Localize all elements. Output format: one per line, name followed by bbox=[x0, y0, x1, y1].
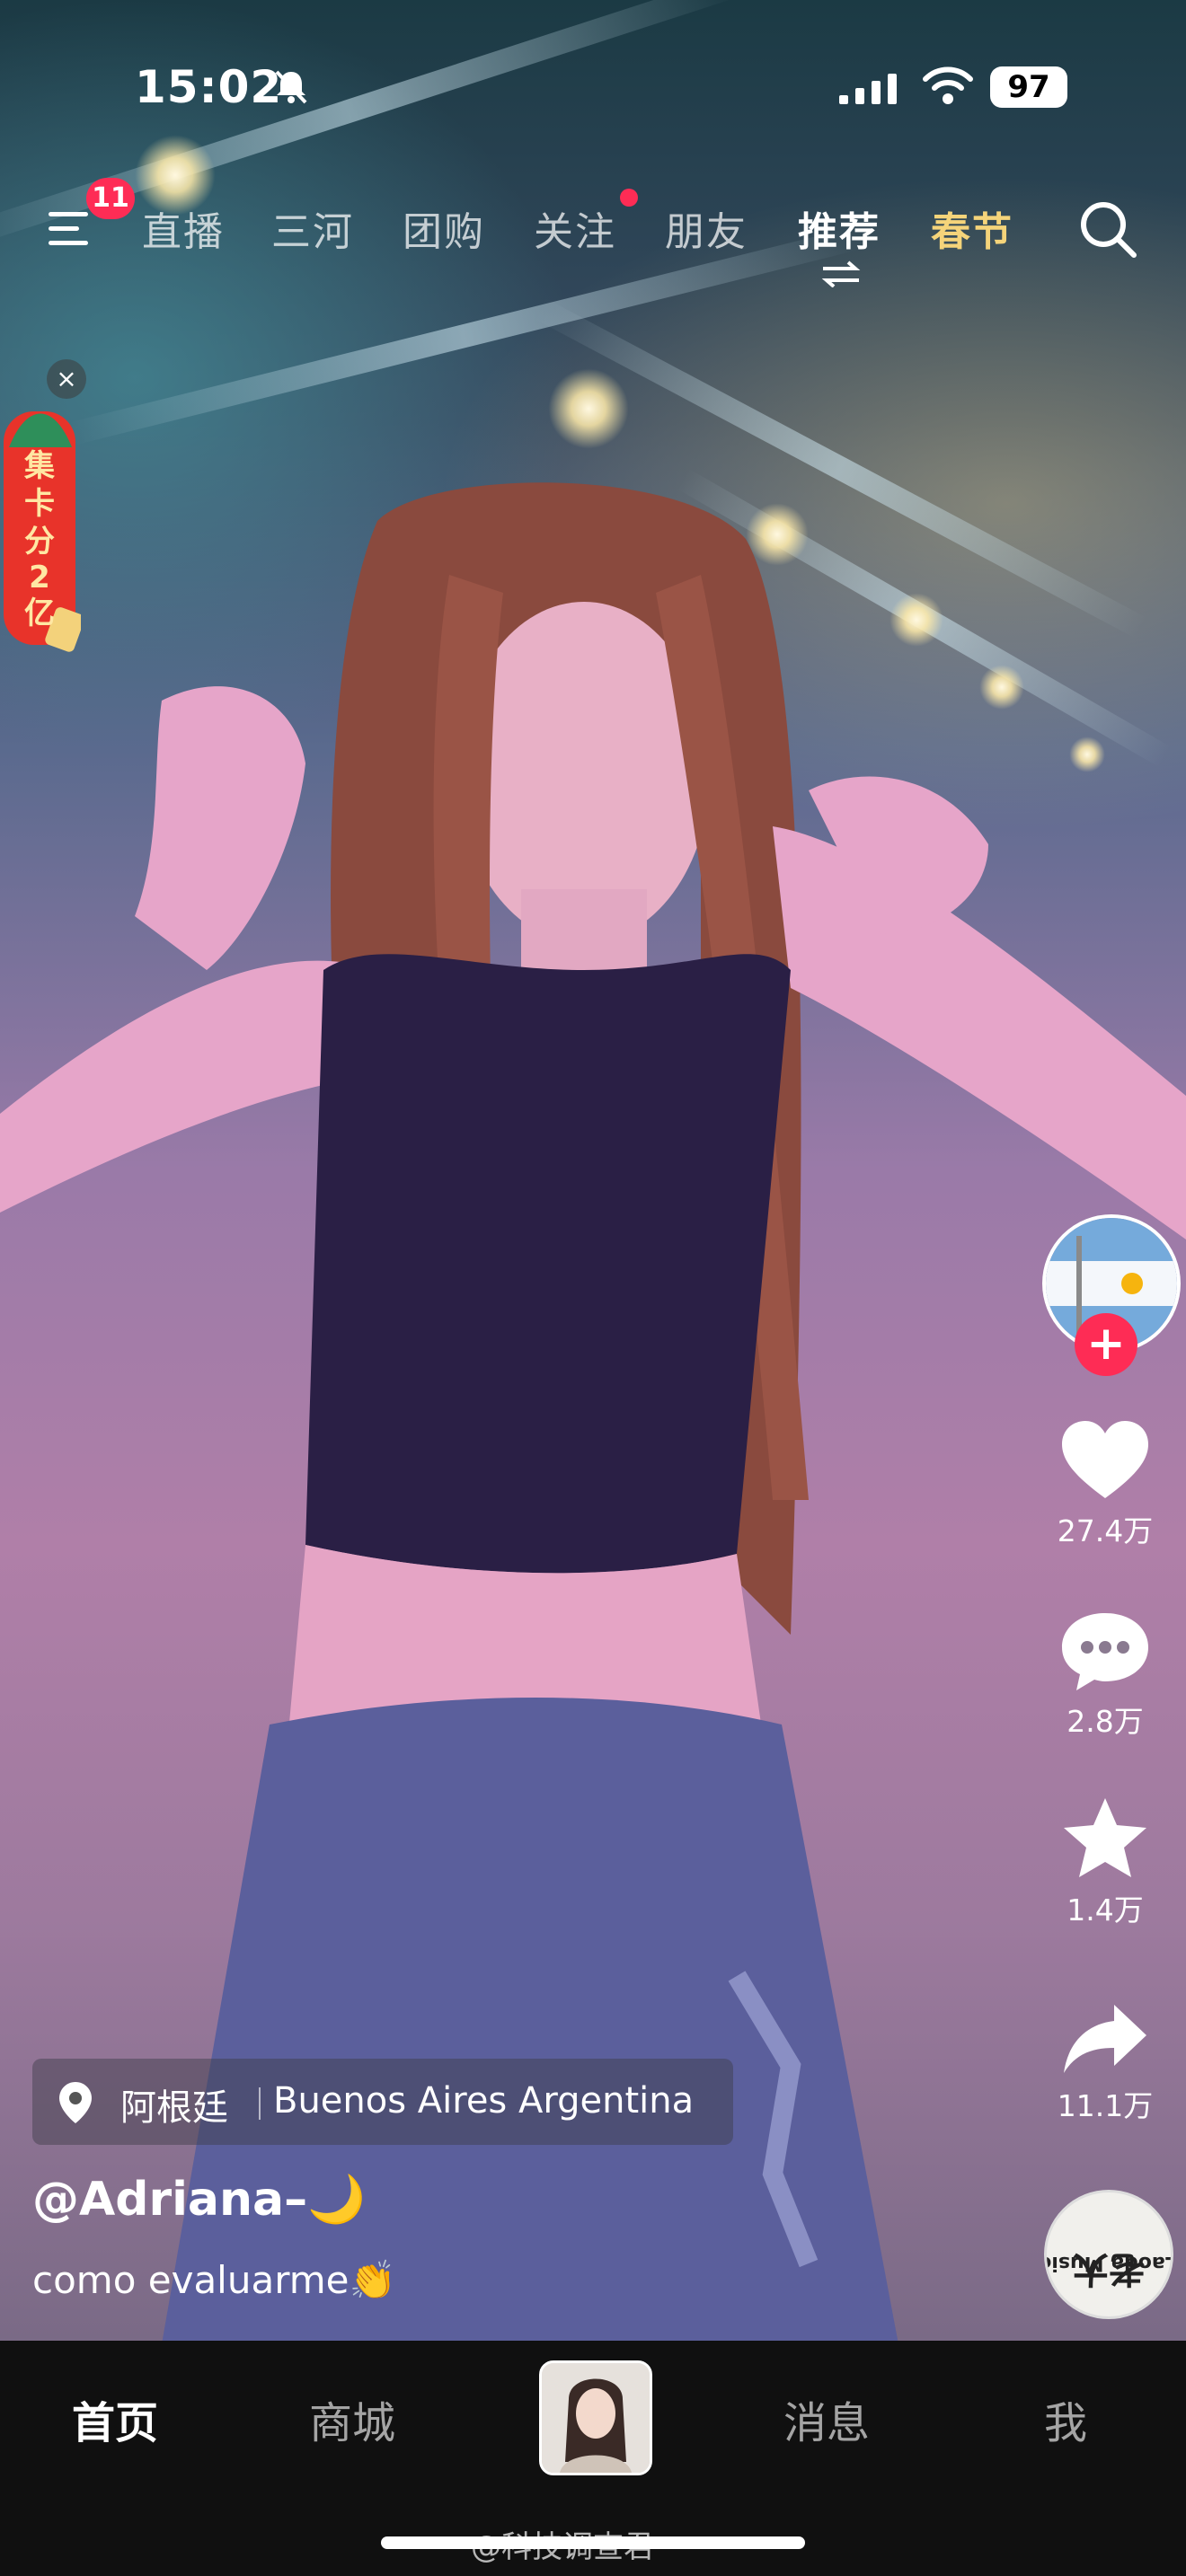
tab-sanhe[interactable]: 三河 bbox=[271, 199, 354, 257]
create-post-button[interactable] bbox=[539, 2360, 652, 2475]
nav-home[interactable]: 首页 bbox=[72, 2387, 158, 2450]
swap-arrows-icon bbox=[821, 260, 861, 287]
music-disc[interactable]: Laoda Music 老大 bbox=[1044, 2190, 1173, 2319]
share-arrow-icon bbox=[1064, 2005, 1146, 2073]
tab-recommended[interactable]: 推荐 bbox=[798, 199, 881, 257]
tab-spring-festival[interactable]: 春节 bbox=[931, 199, 1013, 257]
video-caption: como evaluarme👏 bbox=[32, 2258, 396, 2302]
following-new-dot bbox=[620, 189, 638, 207]
author-name[interactable]: @Adriana–🌙 bbox=[32, 2172, 366, 2227]
location-pin-icon bbox=[59, 2082, 92, 2123]
location-tag[interactable]: 阿根廷 Buenos Aires Argentina bbox=[32, 2059, 733, 2145]
tab-following[interactable]: 关注 bbox=[534, 199, 616, 257]
nav-me[interactable]: 我 bbox=[1044, 2387, 1087, 2450]
red-envelope-icon: 集 卡 分 2 亿 bbox=[4, 411, 84, 652]
profile-photo-icon bbox=[542, 2363, 650, 2473]
promo-char: 亿 bbox=[24, 595, 55, 631]
tab-group-buy[interactable]: 团购 bbox=[403, 199, 485, 257]
disc-title: 老大 bbox=[1073, 2248, 1145, 2290]
comment-bubble-icon bbox=[1062, 1613, 1148, 1690]
tab-live[interactable]: 直播 bbox=[142, 199, 225, 257]
promo-char: 分 bbox=[24, 524, 55, 560]
like-count: 27.4万 bbox=[1057, 1513, 1154, 1548]
promo-char: 卡 bbox=[24, 486, 55, 522]
promo-banner[interactable]: 集 卡 分 2 亿 bbox=[0, 393, 84, 654]
battery-icon: 97 bbox=[990, 66, 1067, 108]
home-indicator[interactable] bbox=[381, 2536, 805, 2549]
wifi-icon bbox=[923, 66, 973, 104]
location-divider bbox=[259, 2087, 261, 2120]
promo-char: 集 bbox=[23, 448, 55, 484]
bell-muted-icon bbox=[275, 70, 307, 104]
star-icon bbox=[1064, 1798, 1146, 1877]
search-icon[interactable] bbox=[1076, 198, 1139, 260]
top-bar: 15:02 97 11 直播 三河 团购 关注 朋友 推荐 春节 bbox=[0, 0, 1186, 296]
share-button[interactable]: 11.1万 bbox=[1024, 2001, 1186, 2125]
like-button[interactable]: 27.4万 bbox=[1024, 1419, 1186, 1550]
favorite-button[interactable]: 1.4万 bbox=[1024, 1796, 1186, 1929]
location-place: Buenos Aires Argentina bbox=[273, 2080, 695, 2122]
location-country: 阿根廷 bbox=[120, 2087, 228, 2129]
comment-count: 2.8万 bbox=[1067, 1704, 1144, 1739]
ceiling-light bbox=[548, 368, 629, 449]
laoda-music-disc-icon: Laoda Music 老大 bbox=[1047, 2195, 1171, 2314]
follow-button[interactable]: + bbox=[1075, 1313, 1137, 1376]
video-player[interactable] bbox=[0, 0, 1186, 2341]
comment-button[interactable]: 2.8万 bbox=[1024, 1610, 1186, 1741]
nav-mall[interactable]: 商城 bbox=[309, 2387, 395, 2450]
tab-friends[interactable]: 朋友 bbox=[665, 199, 748, 257]
favorite-count: 1.4万 bbox=[1067, 1892, 1144, 1928]
heart-icon bbox=[1062, 1421, 1148, 1498]
nav-messages[interactable]: 消息 bbox=[783, 2387, 870, 2450]
status-time: 15:02 bbox=[135, 61, 283, 113]
promo-char: 2 bbox=[29, 560, 50, 595]
cellular-signal-icon bbox=[839, 74, 897, 104]
share-count: 11.1万 bbox=[1057, 2088, 1154, 2123]
feed-tabs: 直播 三河 团购 关注 朋友 推荐 春节 bbox=[0, 189, 1186, 262]
